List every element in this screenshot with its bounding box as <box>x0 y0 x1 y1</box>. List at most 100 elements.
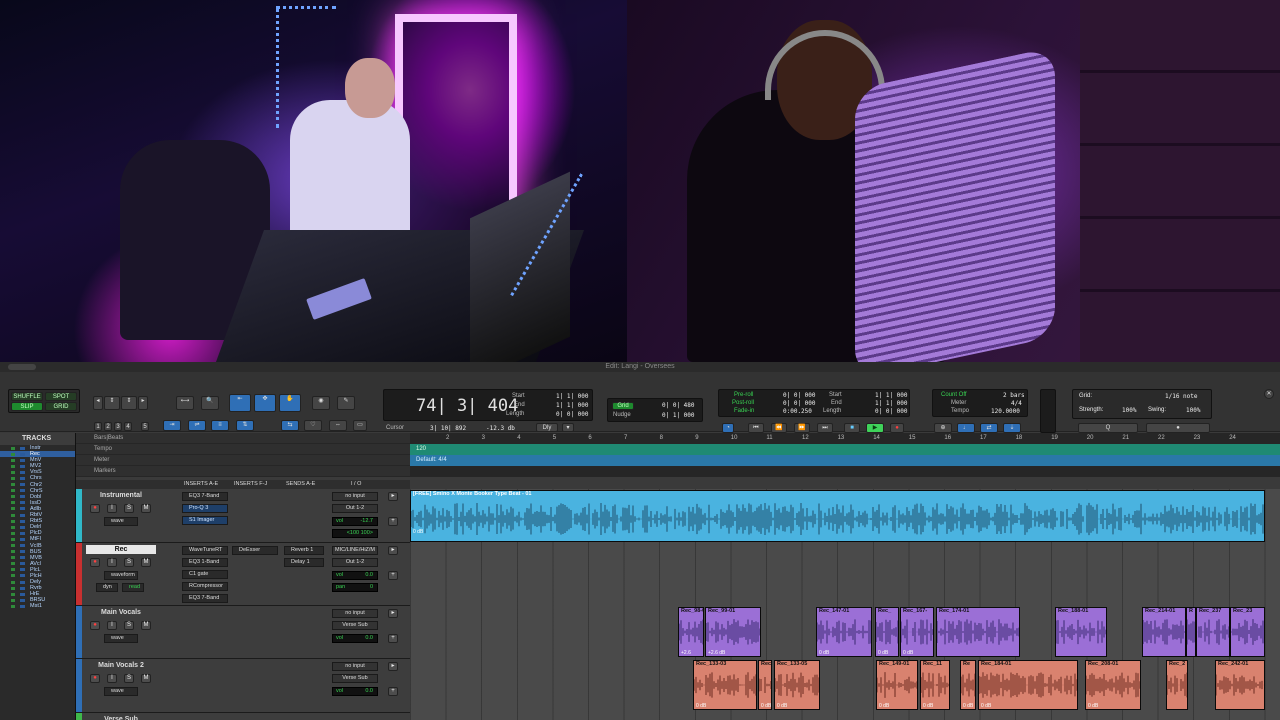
show-hide-icon[interactable] <box>11 580 15 584</box>
slip-mode-button[interactable]: SLIP <box>11 402 43 411</box>
audio-clip[interactable]: Rec_208-01 0 dB <box>1085 660 1141 710</box>
grid-mode-button[interactable]: GRID <box>45 402 77 411</box>
elastic-audio-selector[interactable]: dyn <box>96 583 118 592</box>
zoom-out-button[interactable]: ◂ <box>93 396 103 410</box>
send-meter-icon[interactable]: ▸ <box>388 662 398 671</box>
send-slot[interactable]: Reverb 1 <box>284 546 324 555</box>
audio-clip[interactable]: Rec_147-01 0 dB <box>816 607 872 657</box>
transport-end-value[interactable]: 1| 1| 000 <box>875 400 908 407</box>
volume-field[interactable]: vol 0.0 <box>332 687 378 696</box>
solo-button[interactable]: S <box>124 674 134 683</box>
scrubber-tool-icon[interactable]: ◉ <box>312 396 330 410</box>
grid-setting-value[interactable]: 1/16 note <box>1165 393 1198 400</box>
grabber-tool-icon[interactable]: ✥ <box>254 394 276 412</box>
tab-to-transient-icon[interactable]: ⇥ <box>163 420 181 431</box>
add-icon[interactable]: + <box>388 571 398 580</box>
zoom-preset-3[interactable]: 3 <box>114 422 122 431</box>
zoom-preset-2[interactable]: 2 <box>104 422 112 431</box>
volume-field[interactable]: vol 0.0 <box>332 571 378 580</box>
fast-forward-button[interactable]: ⏩ <box>794 423 810 433</box>
show-hide-icon[interactable] <box>11 598 15 602</box>
tracks-list-item[interactable]: Mst1 <box>0 603 75 609</box>
audio-zoom-icon[interactable]: ⇕ <box>104 396 120 410</box>
tracks-list-header[interactable]: TRACKS <box>0 433 75 445</box>
solo-button[interactable]: S <box>124 504 134 513</box>
audio-clip[interactable]: Rec_ 0 dB <box>875 607 899 657</box>
clip-gain[interactable]: 0 dB <box>819 650 829 656</box>
show-hide-icon[interactable] <box>11 483 15 487</box>
main-counter[interactable]: 74| 3| 404 Start End Length 1| 1| 000 1|… <box>383 389 593 421</box>
postroll-label[interactable]: Post-roll <box>732 400 754 406</box>
conductor-icon[interactable]: ♩ <box>957 423 975 433</box>
track-color-strip[interactable] <box>76 543 82 605</box>
meter-ruler-label[interactable]: Meter <box>76 455 410 466</box>
trim-tool-icon[interactable]: ⟷ <box>176 396 194 410</box>
track-header[interactable]: Main Vocals ● I S Mwave no input Verse Sub vol 0… <box>76 606 410 659</box>
audio-clip[interactable]: R <box>1186 607 1196 657</box>
postroll-value[interactable]: 0| 0| 000 <box>783 400 816 407</box>
meter-ruler[interactable]: Default: 4/4 <box>410 455 1280 466</box>
send-slot[interactable]: Delay 1 <box>284 558 324 567</box>
show-hide-icon[interactable] <box>11 544 15 547</box>
audio-clip[interactable]: Rec_214-01 <box>1142 607 1186 657</box>
audio-clip[interactable]: Rec_184-01 0 dB <box>978 660 1078 710</box>
show-hide-icon[interactable] <box>11 604 15 608</box>
show-hide-icon[interactable] <box>11 470 15 474</box>
pan-field[interactable]: pan 0 <box>332 583 378 592</box>
track-color-strip[interactable] <box>76 659 82 712</box>
mute-button[interactable]: M <box>141 558 151 567</box>
insert-slot[interactable]: EQ3 7-Band <box>182 492 228 501</box>
online-icon[interactable]: ◔ <box>722 423 734 433</box>
audio-clip[interactable]: Rec_188-01 <box>1055 607 1107 657</box>
zoom-preset-4[interactable]: 4 <box>124 422 132 431</box>
mirror-midi-icon[interactable]: ⇆ <box>281 420 299 431</box>
clip-gain[interactable]: 0 dB <box>1088 703 1098 709</box>
audio-clip[interactable]: Rec_11 0 dB <box>920 660 950 710</box>
show-hide-icon[interactable] <box>11 574 15 578</box>
output-selector[interactable]: Verse Sub <box>332 674 378 683</box>
go-to-start-button[interactable]: ⏮ <box>748 423 764 433</box>
track-view-selector[interactable]: waveform <box>104 571 138 580</box>
pan-field[interactable]: <100 100> <box>332 529 378 538</box>
markers-ruler[interactable] <box>410 466 1280 477</box>
track-view-selector[interactable]: wave <box>104 517 138 526</box>
go-to-end-button[interactable]: ⏭ <box>817 423 833 433</box>
mute-button[interactable]: M <box>141 621 151 630</box>
insert-slot[interactable]: Pro-Q 3 <box>182 504 228 513</box>
input-monitor-button[interactable]: I <box>107 621 117 630</box>
audio-clip[interactable]: Rec_133-03 0 dB <box>693 660 757 710</box>
fadein-value[interactable]: 0:00.250 <box>783 408 812 415</box>
transport-length-value[interactable]: 0| 0| 000 <box>875 408 908 415</box>
fadein-label[interactable]: Fade-in <box>734 408 754 414</box>
insert-slot[interactable]: RCompressor <box>182 582 228 591</box>
track-name[interactable]: Main Vocals 2 <box>86 661 156 670</box>
count-off-label[interactable]: Count Off <box>941 392 967 398</box>
show-hide-icon[interactable] <box>11 446 15 450</box>
show-hide-icon[interactable] <box>11 476 15 480</box>
audio-clip[interactable]: Rec_237 <box>1196 607 1230 657</box>
track-header[interactable]: Instrumental ● I S Mwave EQ3 7-Band Pro-Q 3 S1 … <box>76 489 410 543</box>
show-hide-icon[interactable] <box>11 568 15 572</box>
track-name[interactable]: Instrumental <box>86 491 156 500</box>
audio-clip[interactable]: Re 0 dB <box>960 660 976 710</box>
audio-clip[interactable]: Rec_174-01 <box>936 607 1020 657</box>
audio-clip[interactable]: Rec_99-01 +2.6 dB <box>705 607 761 657</box>
audio-clip[interactable]: Rec_167- 0 dB <box>900 607 934 657</box>
track-color-strip[interactable] <box>76 713 82 720</box>
grid-value[interactable]: 0| 0| 480 <box>662 402 695 409</box>
track-color-strip[interactable] <box>76 489 82 542</box>
volume-field[interactable]: vol 0.0 <box>332 634 378 643</box>
midi-merge-icon[interactable]: ⊕ <box>934 423 952 433</box>
input-selector[interactable]: no input <box>332 662 378 671</box>
show-hide-icon[interactable] <box>11 489 15 493</box>
zoom-preset-5[interactable]: 5 <box>141 422 149 431</box>
counter-options-icon[interactable]: ▾ <box>562 423 574 432</box>
end-value[interactable]: 1| 1| 000 <box>556 402 589 409</box>
input-selector[interactable]: MIC/LINE/HiZ/M <box>332 546 378 555</box>
clip-gain[interactable]: 0 dB <box>963 703 973 709</box>
window-controls[interactable] <box>8 364 36 370</box>
nudge-value[interactable]: 0| 1| 000 <box>662 412 695 419</box>
hand-tool-icon[interactable]: ✋ <box>279 394 301 412</box>
play-button[interactable]: ▶ <box>866 423 884 433</box>
show-hide-icon[interactable] <box>11 507 15 511</box>
